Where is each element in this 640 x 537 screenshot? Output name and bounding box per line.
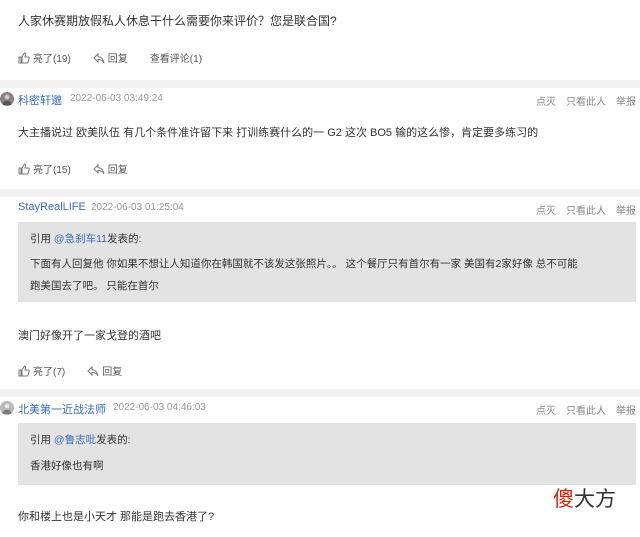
comment-1-header: 科密轩邈 2022-06-03 03:49:24 点灭 只看此人 举报 [0, 88, 640, 110]
quote-prefix: 引用 [30, 434, 51, 446]
username[interactable]: 科密轩邈 [18, 92, 62, 108]
quoted-user-link[interactable]: @鲁志吡 [54, 434, 96, 446]
like-button[interactable]: 亮了(19) [18, 50, 71, 65]
view-replies-label: 查看评论(1) [149, 54, 203, 65]
only-this-user-link[interactable]: 只看此人 [566, 93, 606, 108]
comment-0: 人家休赛期放假私人休息干什么需要你来评价？您是联合国? 亮了(19) 回复 查看… [0, 0, 640, 80]
separator [0, 80, 640, 88]
user-avatar[interactable] [0, 92, 14, 106]
thumbs-up-icon [18, 51, 30, 64]
thumbs-up-icon [18, 162, 30, 175]
comment-2-text: 澳门好像开了一家戈登的酒吧 [18, 330, 161, 342]
watermark-logo: 傻大方 [553, 483, 616, 513]
reply-button[interactable]: 回复 [93, 161, 128, 176]
timestamp: 2022-06-03 03:49:24 [70, 93, 163, 104]
reply-arrow-icon [87, 365, 99, 377]
quote-suffix: 发表的: [96, 434, 131, 446]
only-this-user-link[interactable]: 只看此人 [566, 402, 606, 417]
like-count: 亮了(7) [33, 367, 66, 378]
user-avatar[interactable] [0, 401, 14, 415]
reply-button[interactable]: 回复 [93, 50, 128, 65]
reply-arrow-icon [93, 52, 105, 64]
reply-arrow-icon [93, 163, 105, 175]
quote-block: 引用 @急刹车11发表的: 下面有人回复他 你如果不想让人知道你在韩国就不该发这… [18, 222, 636, 302]
separator [0, 389, 640, 397]
reply-label: 回复 [107, 54, 128, 65]
comment-2-header: StayRealLIFE 2022-06-03 01:25:04 点灭 只看此人… [0, 197, 640, 219]
watermark-part-2: 大方 [574, 488, 616, 511]
reply-button[interactable]: 回复 [87, 363, 122, 378]
comment-0-text: 人家休赛期放假私人休息干什么需要你来评价？您是联合国? [18, 14, 337, 28]
timestamp: 2022-06-03 01:25:04 [91, 202, 184, 213]
like-button[interactable]: 亮了(7) [18, 363, 65, 378]
reply-label: 回复 [102, 367, 123, 378]
quote-suffix: 发表的: [106, 233, 142, 245]
report-link[interactable]: 举报 [616, 202, 636, 217]
quote-header: 引用 @鲁志吡发表的: [30, 432, 131, 447]
comment-3: 北美第一近战法师 2022-06-03 04:46:03 点灭 只看此人 举报 … [0, 397, 640, 537]
quote-line-1: 香港好像也有啊 [30, 460, 104, 472]
comment-1-text: 大主播说过 欧美队伍 有几个条件准许留下来 打训练赛什么的一 G2 这次 BO5… [18, 127, 539, 139]
report-link[interactable]: 举报 [616, 402, 636, 417]
dislike-link[interactable]: 点灭 [536, 202, 556, 217]
dislike-link[interactable]: 点灭 [536, 402, 556, 417]
like-count: 亮了(19) [33, 54, 71, 65]
reply-label: 回复 [107, 165, 128, 176]
quote-header: 引用 @急刹车11发表的: [30, 231, 141, 246]
quote-block: 引用 @鲁志吡发表的: 香港好像也有啊 [18, 423, 636, 485]
comment-3-header: 北美第一近战法师 2022-06-03 04:46:03 点灭 只看此人 举报 [0, 397, 640, 419]
only-this-user-link[interactable]: 只看此人 [566, 202, 606, 217]
username[interactable]: 北美第一近战法师 [18, 401, 106, 417]
quoted-user-link[interactable]: @急刹车11 [54, 233, 107, 245]
comment-2-actions: 亮了(7) 回复 [18, 363, 144, 378]
report-link[interactable]: 举报 [616, 93, 636, 108]
view-replies-link[interactable]: 查看评论(1) [150, 50, 202, 65]
comment-actions-right: 点灭 只看此人 举报 [526, 402, 636, 417]
comment-1-actions: 亮了(15) 回复 [18, 161, 150, 176]
comment-1: 科密轩邈 2022-06-03 03:49:24 点灭 只看此人 举报 大主播说… [0, 88, 640, 188]
watermark-part-1: 傻 [553, 488, 574, 511]
thumbs-up-icon [18, 364, 30, 377]
comment-actions-right: 点灭 只看此人 举报 [526, 93, 636, 108]
comment-2: StayRealLIFE 2022-06-03 01:25:04 点灭 只看此人… [0, 197, 640, 387]
like-count: 亮了(15) [33, 165, 71, 176]
separator [0, 189, 640, 197]
like-button[interactable]: 亮了(15) [18, 161, 71, 176]
comment-0-actions: 亮了(19) 回复 查看评论(1) [18, 50, 224, 65]
comment-3-text: 你和楼上也是小天才 那能是跑去香港了? [18, 511, 215, 523]
quote-prefix: 引用 [30, 233, 51, 245]
dislike-link[interactable]: 点灭 [536, 93, 556, 108]
username[interactable]: StayRealLIFE [18, 201, 86, 213]
comment-actions-right: 点灭 只看此人 举报 [526, 202, 636, 217]
quote-line-2: 跑美国去了吧。 只能在首尔 [30, 280, 159, 292]
quote-line-1: 下面有人回复他 你如果不想让人知道你在韩国就不该发这张照片。。 这个餐厅只有首尔… [30, 258, 578, 270]
timestamp: 2022-06-03 04:46:03 [113, 402, 206, 413]
